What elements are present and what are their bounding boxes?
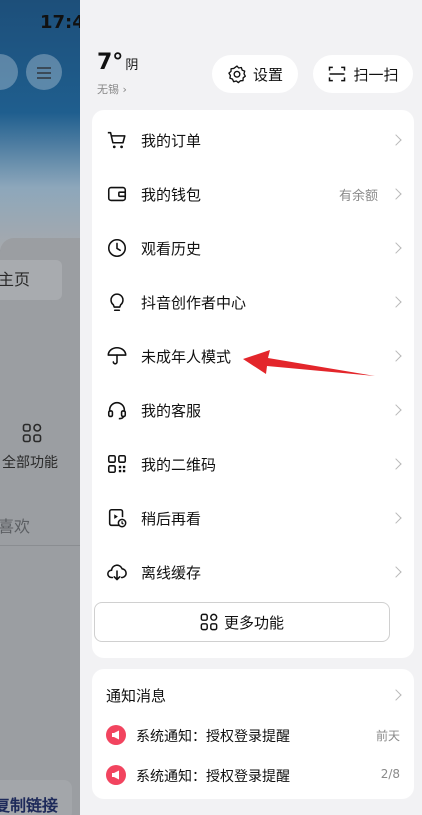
wallet-balance-hint: 有余额 [338,188,378,204]
menu-item-label: 观看历史 [141,239,202,258]
chevron-right-icon[interactable] [390,689,402,701]
wallet-icon [107,186,127,202]
chevron-right-icon [390,458,402,470]
notice-time: 前天 [375,729,400,743]
chevron-right-icon [390,566,402,578]
menu-item-label: 抖音创作者中心 [141,293,247,312]
menu-item-label: 我的二维码 [141,455,217,474]
megaphone-icon [106,725,126,745]
menu-item-label: 稍后再看 [141,509,202,528]
menu-item-wallet[interactable]: 我的钱包 有余额 [92,167,414,221]
download-cloud-icon [107,564,127,581]
menu-item-qrcode[interactable]: 我的二维码 [92,437,414,491]
clock-icon [107,238,127,258]
menu-item-label: 我的钱包 [141,185,202,204]
background-copy-link-button: 复制链接 [0,780,72,815]
side-drawer: 7° 阴 无锡 › 设置 扫一扫 我的订单 我的钱包 有余额 观看历史 抖音创作… [80,0,422,815]
notice-row[interactable]: 系统通知：授权登录提醒 2/8 [92,763,414,787]
notice-text: 系统通知：授权登录提醒 [136,729,290,745]
background-all-functions-label: 全部功能 [2,455,58,471]
menu-item-label: 未成年人模式 [141,347,232,366]
cart-icon [107,131,126,149]
notice-row[interactable]: 系统通知：授权登录提醒 前天 [92,723,414,747]
weather-temperature: 7° [97,50,124,75]
notice-text: 系统通知：授权登录提醒 [136,769,290,785]
chevron-right-icon [390,188,402,200]
menu-item-orders[interactable]: 我的订单 [92,113,414,167]
weather-condition: 阴 [125,58,139,73]
menu-item-label: 我的客服 [141,401,202,420]
scan-label: 扫一扫 [353,65,399,84]
menu-item-customer-service[interactable]: 我的客服 [92,383,414,437]
chevron-right-icon [390,512,402,524]
chevron-right-icon [390,134,402,146]
background-divider [0,545,80,546]
menu-item-watch-later[interactable]: 稍后再看 [92,491,414,545]
more-functions-button[interactable]: 更多功能 [94,602,390,642]
menu-item-offline-cache[interactable]: 离线缓存 [92,545,414,599]
background-page: 主页 全部功能 喜欢 复制链接 [0,0,80,815]
chevron-right-icon [390,296,402,308]
weather-widget[interactable]: 7° 阴 [97,50,138,75]
notices-title[interactable]: 通知消息 [106,685,166,706]
gear-icon [228,65,246,84]
lightbulb-icon [110,293,124,312]
background-like-label: 喜欢 [0,517,31,536]
headset-icon [107,401,127,420]
scan-icon [329,66,346,82]
chevron-right-icon [390,404,402,416]
menu-card: 我的订单 我的钱包 有余额 观看历史 抖音创作者中心 未成年人模式 我的客服 我… [92,110,414,658]
menu-item-label: 我的订单 [141,131,202,150]
chevron-right-icon [390,242,402,254]
qrcode-icon [107,454,127,474]
megaphone-icon [106,765,126,785]
menu-item-label: 离线缓存 [141,563,202,582]
chevron-right-icon [390,350,402,362]
menu-item-history[interactable]: 观看历史 [92,221,414,275]
watch-later-icon [108,508,127,528]
grid-icon [22,423,42,443]
background-homepage-button: 主页 [0,260,62,300]
scan-button[interactable]: 扫一扫 [313,55,413,93]
menu-item-minor-mode[interactable]: 未成年人模式 [92,329,414,383]
menu-item-creator-center[interactable]: 抖音创作者中心 [92,275,414,329]
notices-card: 通知消息 系统通知：授权登录提醒 前天 系统通知：授权登录提醒 2/8 [92,669,414,799]
more-functions-label: 更多功能 [223,613,284,632]
settings-button[interactable]: 设置 [212,55,298,93]
weather-city[interactable]: 无锡 › [97,81,127,97]
umbrella-icon [107,346,127,365]
background-hero [0,0,80,250]
settings-label: 设置 [252,65,283,84]
grid-icon [200,613,218,631]
notice-time: 2/8 [380,767,400,781]
background-menu-icon [26,54,62,90]
